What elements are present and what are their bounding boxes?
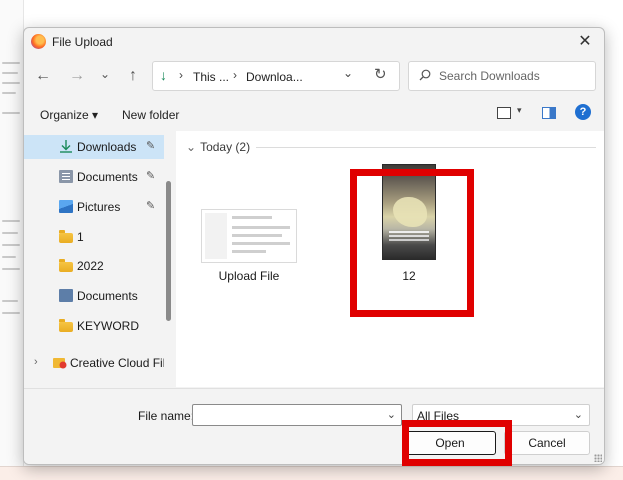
folder-icon (59, 230, 73, 243)
sidebar-item-folder-1[interactable]: 1 (24, 225, 164, 249)
file-upload-dialog: File Upload ✕ ← → ⌄ ↑ ↓ › This ... › Dow… (23, 27, 605, 465)
address-history-chevron-icon[interactable]: ⌄ (343, 66, 353, 80)
file-name-combobox[interactable]: ⌄ (192, 404, 402, 426)
up-arrow-icon[interactable]: ↑ (122, 65, 144, 87)
sidebar-item-pictures[interactable]: Pictures ✎ (24, 195, 164, 219)
download-icon (60, 140, 72, 153)
folder-icon (59, 259, 73, 272)
sidebar-item-folder-2022[interactable]: 2022 (24, 254, 164, 278)
group-header-label: Today (2) (200, 140, 251, 154)
folder-icon (59, 319, 73, 332)
title-bar: File Upload ✕ (24, 28, 604, 56)
pin-icon: ✎ (146, 170, 156, 182)
breadcrumb-this-pc[interactable]: This ... (193, 70, 229, 84)
picture-icon (59, 200, 73, 213)
pin-icon: ✎ (146, 200, 156, 212)
search-icon (419, 69, 431, 81)
sidebar-item-label: KEYWORD (77, 319, 140, 333)
navigation-pane: Downloads ✎ Documents ✎ Pictures ✎ 1 202… (24, 131, 174, 387)
sidebar-item-label: Creative Cloud File (70, 356, 173, 370)
search-input[interactable] (439, 66, 589, 86)
sidebar-item-label: 1 (77, 230, 84, 244)
chevron-down-icon[interactable]: ⌄ (387, 408, 396, 421)
cancel-button[interactable]: Cancel (504, 431, 590, 455)
sidebar-item-label: Documents (77, 170, 138, 184)
breadcrumb-separator-icon: › (233, 68, 237, 82)
sidebar-item-downloads[interactable]: Downloads ✎ (24, 135, 164, 159)
sidebar-item-label: 2022 (77, 259, 104, 273)
file-name-label: Upload File (218, 269, 280, 283)
view-mode-icon[interactable] (497, 107, 511, 119)
creative-cloud-icon (53, 358, 67, 369)
group-header-today[interactable]: ⌄ Today (2) (186, 140, 250, 154)
refresh-icon[interactable]: ↻ (374, 65, 387, 83)
new-folder-button[interactable]: New folder (122, 108, 179, 122)
sidebar-item-keyword[interactable]: KEYWORD (24, 314, 164, 338)
resize-grip-icon[interactable] (594, 454, 602, 462)
expand-chevron-icon[interactable]: › (34, 356, 38, 368)
background-page-margin (0, 0, 24, 480)
document-icon (59, 289, 73, 302)
preview-pane-icon[interactable] (542, 107, 556, 119)
file-name-label: File name: (138, 409, 195, 423)
firefox-icon (31, 34, 46, 49)
help-icon[interactable]: ? (575, 104, 591, 120)
breadcrumb-separator-icon: › (179, 68, 183, 82)
recent-locations-chevron-icon[interactable]: ⌄ (94, 63, 116, 85)
sidebar-item-label: Pictures (77, 200, 121, 214)
organize-menu-button[interactable]: Organize ▾ (40, 108, 98, 122)
dialog-title: File Upload (52, 35, 113, 49)
download-arrow-icon: ↓ (160, 67, 167, 83)
search-box[interactable] (408, 61, 596, 91)
chevron-down-icon: ⌄ (573, 409, 583, 421)
file-thumbnail (201, 209, 297, 263)
file-name-input[interactable] (196, 407, 376, 423)
address-bar[interactable]: ↓ › This ... › Downloa... ⌄ (152, 61, 400, 91)
back-arrow-icon[interactable]: ← (32, 65, 54, 87)
breadcrumb-downloads[interactable]: Downloa... (246, 70, 303, 84)
file-list: ⌄ Today (2) Upload File 12 (176, 131, 604, 387)
sidebar-item-label: Downloads (77, 140, 137, 154)
red-highlight-box (350, 169, 474, 317)
sidebar-item-documents[interactable]: Documents (24, 284, 164, 308)
navigation-pane-scrollbar[interactable] (164, 131, 174, 387)
group-divider (256, 147, 596, 148)
pin-icon: ✎ (146, 140, 156, 152)
document-icon (59, 170, 73, 183)
navigation-bar: ← → ⌄ ↑ ↓ › This ... › Downloa... ⌄ ↻ (24, 59, 604, 95)
scrollbar-thumb[interactable] (166, 181, 171, 321)
view-dropdown-icon[interactable]: ▾ (517, 105, 522, 116)
sidebar-item-creative-cloud[interactable]: › Creative Cloud File (24, 351, 172, 375)
background-status-strip (0, 466, 623, 480)
close-button[interactable]: ✕ (574, 31, 596, 53)
forward-arrow-icon[interactable]: → (66, 65, 88, 87)
command-toolbar: Organize ▾ New folder ▾ ? (24, 102, 604, 128)
chevron-down-icon: ⌄ (186, 140, 197, 154)
sidebar-item-documents-pinned[interactable]: Documents ✎ (24, 165, 164, 189)
sidebar-item-label: Documents (77, 289, 138, 303)
red-highlight-box (402, 420, 512, 466)
dialog-footer: File name: ⌄ All Files ⌄ Open Cancel (24, 388, 604, 464)
